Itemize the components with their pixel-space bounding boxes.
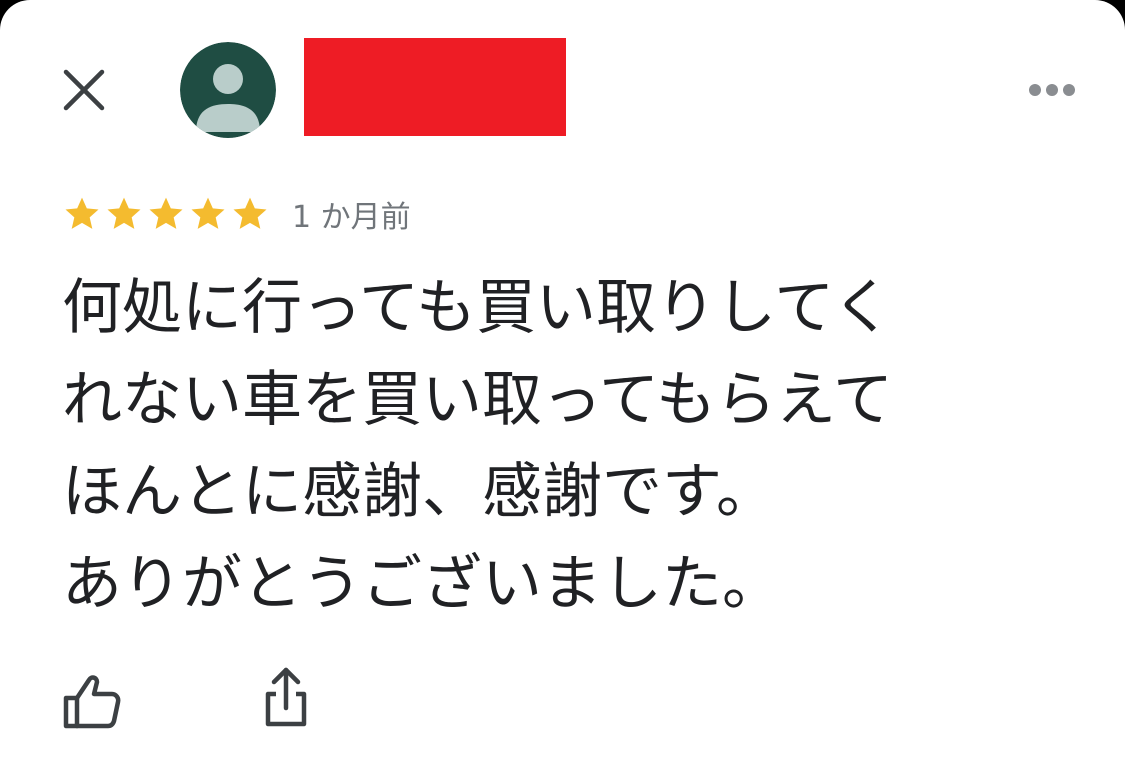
- share-icon: [265, 667, 307, 727]
- review-card: 1 か月前 何処に行っても買い取りしてく れない車を買い取ってもらえて ほんとに…: [0, 0, 1125, 773]
- star-icon: [191, 197, 225, 229]
- avatar[interactable]: [180, 42, 276, 138]
- default-avatar-icon: [180, 42, 276, 138]
- thumbs-up-icon: [63, 675, 121, 729]
- close-button[interactable]: [58, 64, 110, 116]
- star-icon: [149, 197, 183, 229]
- more-horizontal-icon: [1029, 84, 1075, 96]
- more-options-button[interactable]: [1020, 70, 1084, 110]
- reviewer-name-redacted: [304, 38, 566, 136]
- review-text: 何処に行っても買い取りしてく れない車を買い取ってもらえて ほんとに感謝、感謝で…: [62, 273, 893, 619]
- star-icon: [233, 197, 267, 229]
- star-icon: [107, 197, 141, 229]
- share-button[interactable]: [254, 664, 318, 730]
- rating-row: 1 か月前: [62, 192, 411, 236]
- star-icon: [65, 197, 99, 229]
- star-rating: [62, 194, 270, 234]
- close-icon: [63, 69, 105, 111]
- review-time: 1 か月前: [292, 200, 411, 235]
- like-button[interactable]: [60, 668, 124, 732]
